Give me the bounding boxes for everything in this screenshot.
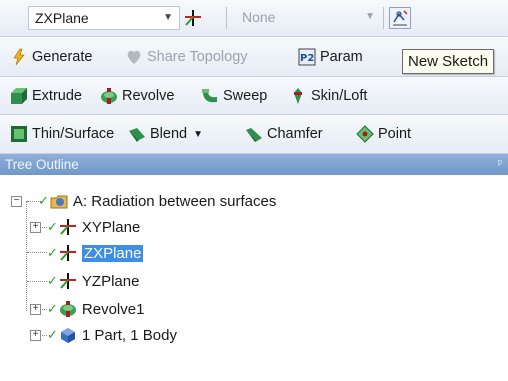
blend-icon <box>128 125 146 143</box>
plane-axis-icon <box>59 244 77 262</box>
tree-item-label: XYPlane <box>81 218 141 236</box>
generate-button[interactable]: Generate <box>10 37 92 76</box>
point-icon <box>356 125 374 143</box>
chevron-down-icon[interactable]: ▼ <box>163 7 173 29</box>
parameters-label: Param <box>320 48 363 65</box>
extrude-button[interactable]: Extrude <box>10 77 82 114</box>
revolve-label: Revolve <box>122 87 175 104</box>
expand-toggle[interactable]: + <box>30 222 41 233</box>
sweep-button[interactable]: Sweep <box>201 77 267 114</box>
tree-item-label: Revolve1 <box>81 300 145 318</box>
thin-surface-label: Thin/Surface <box>32 126 115 142</box>
point-button[interactable]: Point <box>356 115 411 153</box>
tree-outline-title: Tree Outline <box>5 157 79 172</box>
plane-select[interactable]: ZXPlane ▼ <box>28 6 180 30</box>
skin-loft-button[interactable]: Skin/Loft <box>289 77 367 114</box>
check-icon: ✓ <box>47 219 58 234</box>
chamfer-label: Chamfer <box>267 126 323 142</box>
blend-label: Blend <box>150 126 188 142</box>
parameters-button[interactable]: P2 Param <box>298 37 363 76</box>
sweep-label: Sweep <box>223 87 268 104</box>
tree-item-label-selected: ZXPlane <box>81 244 144 262</box>
tree-item-label: 1 Part, 1 Body <box>81 326 177 344</box>
tree-root-label: A: Radiation between surfaces <box>72 192 277 210</box>
body-icon <box>59 326 77 344</box>
plane-axis-icon <box>59 272 77 290</box>
chamfer-button[interactable]: Chamfer <box>245 115 323 153</box>
geometry-folder-icon <box>50 192 68 210</box>
tree-connector <box>27 252 47 253</box>
thin-surface-icon <box>10 125 28 143</box>
new-sketch-icon[interactable] <box>389 7 411 29</box>
check-icon: ✓ <box>47 273 58 288</box>
point-label: Point <box>378 126 412 142</box>
sketch-select-value: None <box>242 9 276 25</box>
blend-button[interactable]: Blend ▼ <box>128 115 203 153</box>
revolve-button[interactable]: Revolve <box>100 77 174 114</box>
share-topology-label: Share Topology <box>147 48 248 65</box>
collapse-toggle[interactable]: − <box>11 196 22 207</box>
generate-label: Generate <box>32 48 93 65</box>
share-topology-button[interactable]: Share Topology <box>125 37 248 76</box>
tree-item-label: YZPlane <box>81 272 140 290</box>
tree-connector <box>27 281 47 282</box>
thin-surface-button[interactable]: Thin/Surface <box>10 115 114 153</box>
tree-outline-header: Tree Outline ᵖ <box>0 154 508 175</box>
plane-select-value: ZXPlane <box>35 10 89 26</box>
svg-text:P2: P2 <box>300 53 314 64</box>
check-icon: ✓ <box>38 193 49 208</box>
lightning-icon <box>10 48 28 66</box>
pin-icon[interactable]: ᵖ <box>498 154 502 175</box>
feature-tools-toolbar: Thin/Surface Blend ▼ Chamfer Point <box>0 115 508 154</box>
chevron-down-icon[interactable]: ▼ <box>193 129 203 140</box>
revolve-icon <box>100 87 118 105</box>
chevron-down-icon[interactable]: ▼ <box>365 6 375 28</box>
tree-item-part-body[interactable]: ✓ 1 Part, 1 Body <box>47 324 177 346</box>
axis-icon[interactable] <box>183 8 203 28</box>
sketch-select[interactable]: None ▼ <box>236 6 381 30</box>
heart-icon <box>125 48 143 66</box>
check-icon: ✓ <box>47 245 58 260</box>
new-sketch-tooltip: New Sketch <box>402 49 495 74</box>
sweep-icon <box>201 87 219 105</box>
extrude-label: Extrude <box>32 87 82 104</box>
parameters-icon: P2 <box>298 48 316 66</box>
extrude-icon <box>10 87 28 105</box>
check-icon: ✓ <box>47 301 58 316</box>
toolbar-separator <box>383 7 384 29</box>
modeling-toolbar: Extrude Revolve Sweep Skin/Loft <box>0 77 508 115</box>
tree-connector <box>26 201 27 311</box>
skin-loft-icon <box>289 87 307 105</box>
chamfer-icon <box>245 125 263 143</box>
expand-toggle[interactable]: + <box>30 304 41 315</box>
check-icon: ✓ <box>47 327 58 342</box>
tree-item-revolve1[interactable]: ✓ Revolve1 <box>47 298 144 320</box>
expand-toggle[interactable]: + <box>30 330 41 341</box>
revolve-icon <box>59 300 77 318</box>
tree-item-xyplane[interactable]: ✓ XYPlane <box>47 216 140 238</box>
tree-root[interactable]: ✓ A: Radiation between surfaces <box>38 190 276 212</box>
tree-item-yzplane[interactable]: ✓ YZPlane <box>47 270 139 292</box>
toolbar-separator <box>226 7 227 29</box>
sketch-toolbar: ZXPlane ▼ None ▼ <box>0 0 508 37</box>
tree-item-zxplane[interactable]: ✓ ZXPlane <box>47 242 144 264</box>
plane-axis-icon <box>59 218 77 236</box>
skin-loft-label: Skin/Loft <box>311 87 368 104</box>
